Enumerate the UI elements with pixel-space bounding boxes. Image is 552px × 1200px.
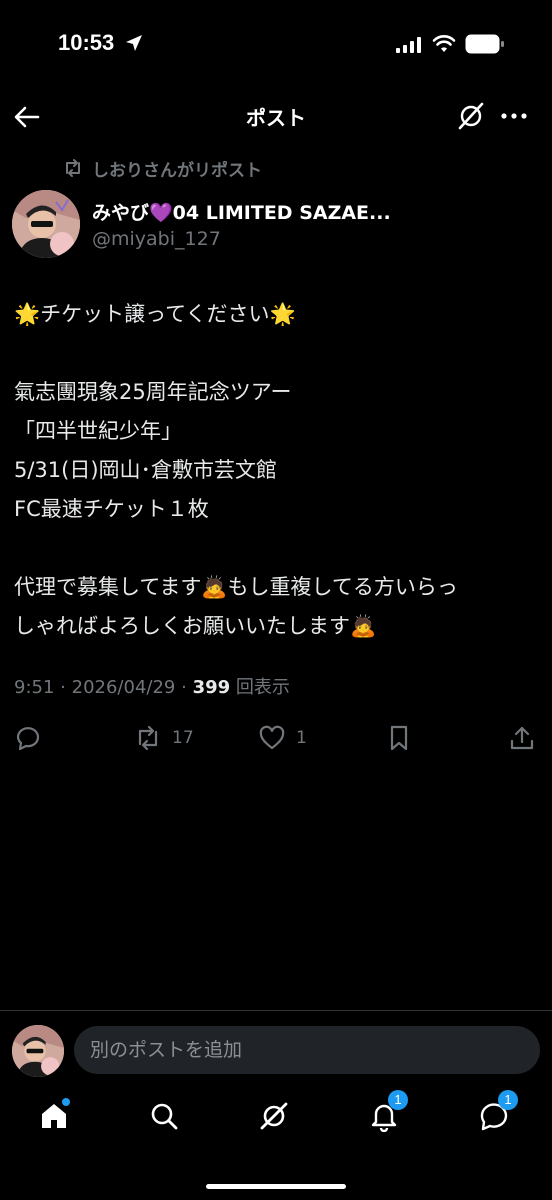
messages-badge: 1 — [498, 1090, 518, 1110]
like-count: 1 — [296, 728, 307, 748]
post-line: FC最速チケット１枚 — [14, 497, 209, 521]
battery-icon — [465, 34, 504, 54]
post-text: 🌟チケット譲ってください🌟 氣志團現象25周年記念ツアー 「四半世紀少年」 5/… — [14, 295, 534, 646]
bookmark-icon — [390, 725, 408, 751]
author-avatar[interactable] — [12, 190, 80, 258]
nav-notifications[interactable]: 1 — [368, 1090, 408, 1136]
nav-home[interactable] — [38, 1098, 74, 1136]
meta-separator: · — [60, 677, 66, 698]
my-avatar[interactable] — [12, 1025, 64, 1077]
home-unread-dot — [62, 1098, 70, 1106]
notifications-badge: 1 — [388, 1090, 408, 1110]
nav-grok[interactable] — [258, 1100, 294, 1136]
view-count-label: 回表示 — [235, 677, 290, 698]
bottom-navigation: 1 1 — [0, 1090, 552, 1152]
author-display-name[interactable]: みやび💜04 LIMITED SAZAE... — [92, 198, 391, 225]
repost-indicator[interactable]: しおりさんがリポスト — [62, 155, 262, 181]
cellular-signal-icon — [396, 37, 421, 53]
repost-icon — [138, 725, 158, 751]
post-line — [14, 529, 534, 568]
more-options-icon[interactable] — [498, 101, 530, 131]
avatar-photo — [12, 1025, 64, 1077]
wifi-icon — [432, 35, 456, 52]
post-line: 🌟チケット譲ってください🌟 — [14, 302, 296, 326]
reply-icon — [16, 727, 40, 751]
post-date[interactable]: 2026/04/29 — [72, 677, 176, 698]
action-bar: 17 1 — [0, 720, 552, 756]
view-count: 399 — [192, 677, 231, 698]
post-line — [14, 334, 534, 373]
search-icon — [151, 1103, 178, 1130]
top-bar: ポスト — [0, 92, 552, 140]
grok-icon[interactable] — [456, 101, 486, 131]
post-line: 5/31(日)岡山･倉敷市芸文館 — [14, 458, 278, 482]
heart-icon — [259, 725, 285, 750]
post-time[interactable]: 9:51 — [14, 677, 54, 698]
post-meta: 9:51 · 2026/04/29 · 399 回表示 — [14, 673, 290, 699]
grok-icon — [260, 1102, 288, 1130]
repost-label: しおりさんがリポスト — [92, 160, 262, 181]
like-button[interactable]: 1 — [258, 724, 307, 752]
reply-button[interactable] — [14, 724, 42, 752]
status-time: 10:53 — [58, 30, 115, 55]
nav-messages[interactable]: 1 — [478, 1090, 518, 1136]
repost-icon — [66, 159, 80, 177]
meta-separator: · — [181, 677, 187, 698]
author-handle[interactable]: @miyabi_127 — [92, 228, 221, 250]
post-line: しゃればよろしくお願いいたします🙇 — [14, 614, 377, 638]
reply-input[interactable] — [74, 1026, 540, 1074]
repost-button[interactable]: 17 — [134, 724, 194, 752]
divider — [0, 1010, 552, 1011]
post-line: 「四半世紀少年」 — [14, 419, 182, 443]
post-line: 代理で募集してます🙇もし重複してる方いらっ — [14, 575, 458, 599]
share-icon — [510, 726, 534, 750]
bookmark-button[interactable] — [385, 724, 413, 752]
nav-search[interactable] — [148, 1100, 184, 1136]
location-arrow-icon — [126, 35, 142, 51]
avatar-photo — [12, 190, 80, 258]
share-button[interactable] — [508, 724, 536, 752]
post-line: 氣志團現象25周年記念ツアー — [14, 380, 292, 404]
status-bar: 10:53 — [0, 0, 552, 92]
repost-count: 17 — [172, 728, 194, 748]
home-indicator — [206, 1184, 346, 1189]
